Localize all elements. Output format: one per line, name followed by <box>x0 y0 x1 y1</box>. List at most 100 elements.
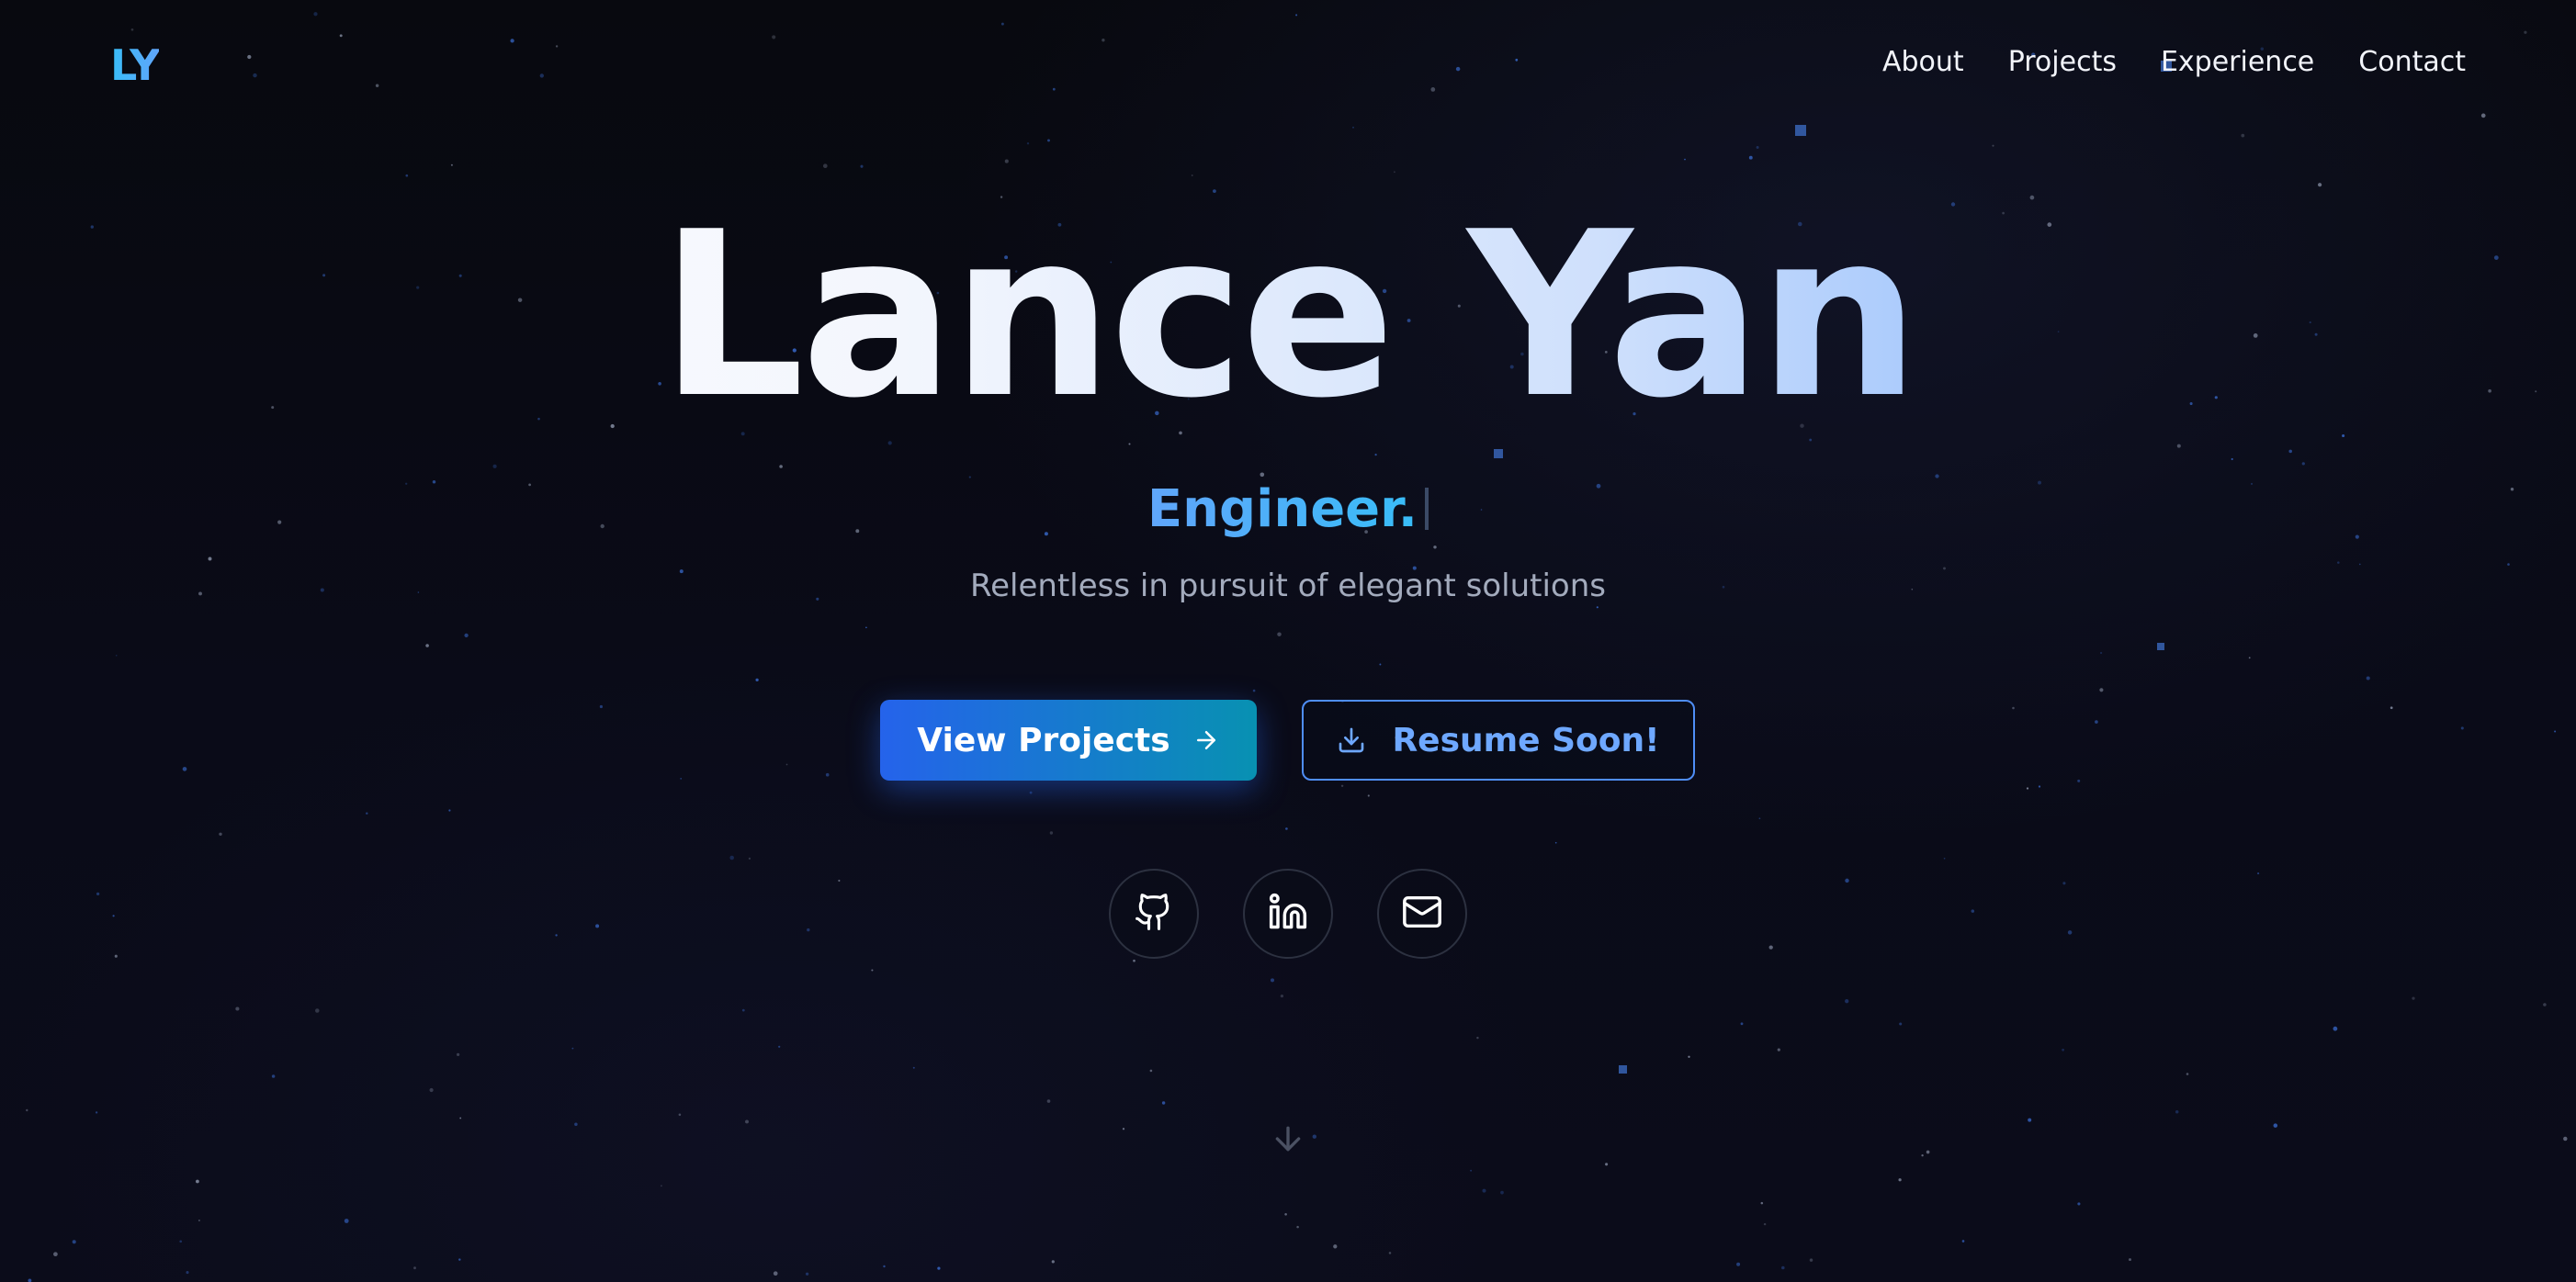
star <box>1898 1178 1902 1182</box>
star <box>182 767 187 771</box>
star <box>253 73 257 78</box>
star <box>1748 155 1753 160</box>
star <box>1004 159 1009 163</box>
star <box>741 1008 745 1012</box>
star <box>785 763 788 766</box>
star <box>1352 126 1354 129</box>
star <box>2038 785 2041 788</box>
star <box>1374 453 1377 456</box>
star <box>778 1045 781 1048</box>
star <box>1515 58 1519 62</box>
nav-experience[interactable]: Experience <box>2161 46 2314 78</box>
star <box>1000 22 1004 26</box>
download-icon <box>1337 725 1366 755</box>
star <box>825 772 830 777</box>
star <box>1051 1260 1055 1264</box>
star <box>2012 706 2015 710</box>
star <box>1394 171 1395 174</box>
star <box>1277 632 1282 636</box>
star <box>235 1006 240 1011</box>
star <box>1102 39 1105 42</box>
star <box>1433 545 1437 549</box>
star <box>748 857 751 860</box>
star <box>196 1179 199 1184</box>
star <box>805 1272 809 1276</box>
star <box>2480 113 2486 118</box>
star <box>2231 457 2233 461</box>
star <box>2077 1202 2081 1206</box>
star-sparkle <box>2157 643 2164 650</box>
view-projects-button[interactable]: View Projects <box>880 700 1257 781</box>
star <box>313 12 318 17</box>
star <box>2337 561 2340 564</box>
scroll-down-indicator[interactable] <box>1270 1122 1306 1159</box>
resume-button[interactable]: Resume Soon! <box>1302 700 1695 781</box>
star <box>2333 1026 2338 1031</box>
linkedin-link[interactable] <box>1243 869 1333 959</box>
star <box>822 163 828 169</box>
star <box>26 1108 28 1112</box>
star <box>271 1074 276 1078</box>
star <box>130 28 134 31</box>
star <box>2543 1003 2547 1006</box>
star <box>1476 1036 1479 1040</box>
github-link[interactable] <box>1109 869 1199 959</box>
star <box>2318 183 2322 187</box>
star <box>2186 1073 2189 1075</box>
star <box>315 1008 320 1013</box>
star <box>1596 606 1599 609</box>
star <box>1688 1055 1690 1058</box>
star <box>599 704 603 709</box>
star <box>773 1271 778 1276</box>
star <box>574 1122 578 1127</box>
star <box>72 1240 76 1244</box>
star <box>1935 474 1939 478</box>
email-link[interactable] <box>1377 869 1467 959</box>
star <box>555 45 559 48</box>
star <box>2175 1110 2179 1114</box>
star <box>1029 791 1033 794</box>
star <box>1295 14 1298 17</box>
star <box>53 1252 58 1257</box>
role-line: Engineer. <box>0 481 2576 538</box>
star <box>968 476 971 478</box>
star <box>1777 1048 1780 1051</box>
nav-projects[interactable]: Projects <box>2008 46 2117 78</box>
linkedin-icon <box>1268 892 1308 936</box>
star <box>661 1185 662 1187</box>
star <box>871 969 874 972</box>
star <box>865 626 867 629</box>
star <box>510 39 514 43</box>
star <box>779 465 783 468</box>
star <box>2241 133 2245 138</box>
star <box>1809 1258 1813 1262</box>
nav-contact[interactable]: Contact <box>2358 46 2466 78</box>
star <box>375 84 379 87</box>
page: LY About Projects Experience Contact Lan… <box>0 0 2576 1282</box>
star <box>1367 794 1370 797</box>
star <box>1756 146 1759 149</box>
typed-role: Engineer. <box>1147 479 1418 539</box>
star <box>450 163 453 166</box>
star <box>2563 1136 2568 1141</box>
arrow-right-icon <box>1192 726 1220 754</box>
star <box>2524 30 2527 34</box>
star <box>429 1087 434 1093</box>
star <box>2358 563 2361 566</box>
star <box>1270 978 1275 983</box>
nav-about[interactable]: About <box>1882 46 1964 78</box>
star <box>1052 87 1056 91</box>
star <box>2301 462 2305 466</box>
star <box>2028 1118 2032 1122</box>
star <box>1388 1252 1392 1254</box>
star <box>1961 1240 1965 1243</box>
star <box>755 678 759 682</box>
star <box>680 778 683 780</box>
resume-label: Resume Soon! <box>1392 721 1660 759</box>
star <box>339 34 343 38</box>
hero-name: Lance Yan <box>0 202 2576 430</box>
star <box>2077 779 2081 782</box>
star <box>1482 1188 1486 1193</box>
logo[interactable]: LY <box>110 40 160 90</box>
star <box>1992 144 1994 147</box>
